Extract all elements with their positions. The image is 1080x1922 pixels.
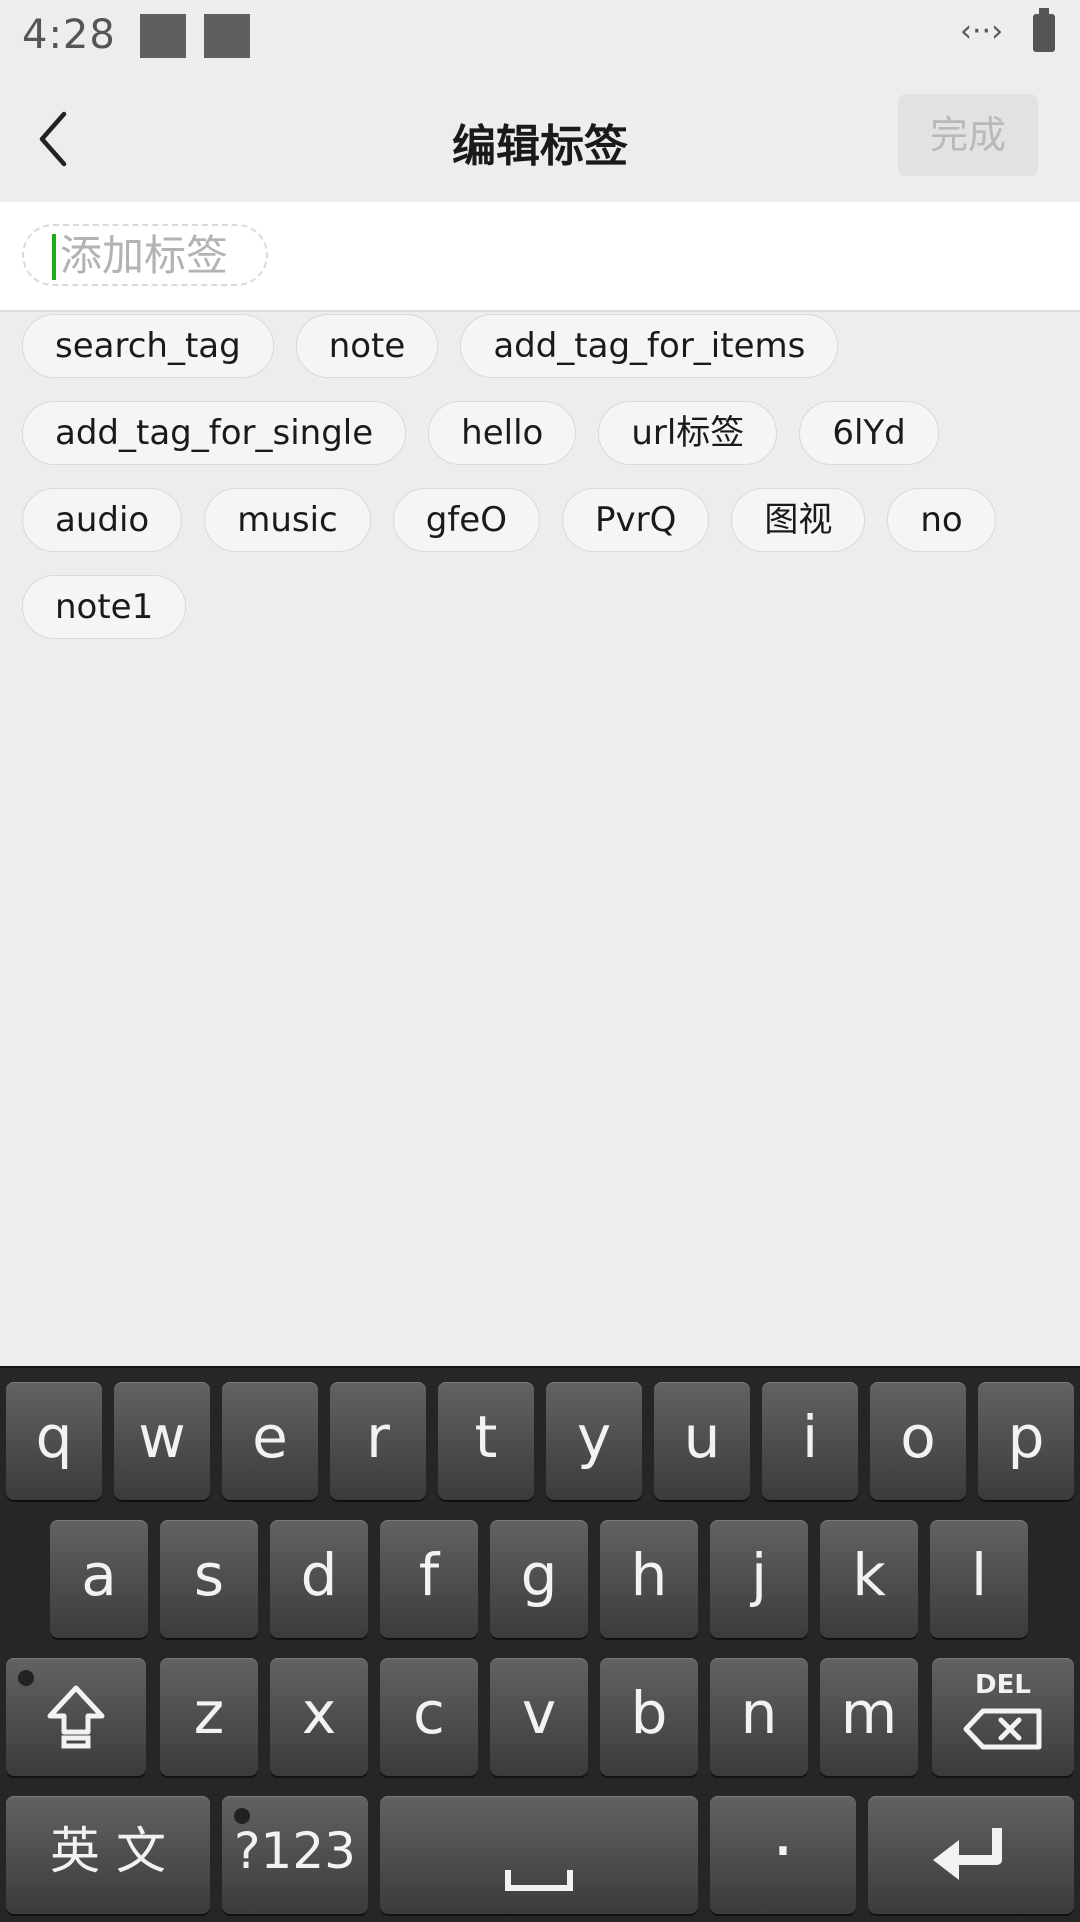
key-j[interactable]: j xyxy=(710,1520,808,1638)
tag-chip[interactable]: music xyxy=(204,488,371,552)
soft-keyboard: q w e r t y u i o p a s d f g h j k l z … xyxy=(0,1366,1080,1922)
space-key[interactable] xyxy=(380,1796,698,1914)
key-p[interactable]: p xyxy=(978,1382,1074,1500)
key-u[interactable]: u xyxy=(654,1382,750,1500)
key-v[interactable]: v xyxy=(490,1658,588,1776)
tag-chip[interactable]: add_tag_for_single xyxy=(22,401,407,465)
text-cursor xyxy=(52,234,56,280)
period-key[interactable]: · xyxy=(710,1796,856,1914)
key-s[interactable]: s xyxy=(160,1520,258,1638)
shift-key[interactable] xyxy=(6,1658,146,1776)
key-g[interactable]: g xyxy=(490,1520,588,1638)
shift-arrow-icon xyxy=(47,1685,105,1749)
notification-icon xyxy=(140,14,186,58)
tag-chip[interactable]: PvrQ xyxy=(561,488,710,552)
key-indicator-dot xyxy=(234,1808,250,1824)
tag-chip[interactable]: no xyxy=(887,488,996,552)
key-o[interactable]: o xyxy=(870,1382,966,1500)
language-switch-key[interactable]: 英 文 xyxy=(6,1796,210,1914)
tag-chip[interactable]: url标签 xyxy=(598,401,778,465)
divider xyxy=(0,310,1080,312)
tag-row: audio music gfeO PvrQ 图视 no xyxy=(22,488,1062,552)
tag-list: search_tag note add_tag_for_items add_ta… xyxy=(22,314,1062,662)
tag-chip[interactable]: note1 xyxy=(22,575,187,639)
key-m[interactable]: m xyxy=(820,1658,918,1776)
enter-return-icon xyxy=(933,1828,1002,1880)
key-d[interactable]: d xyxy=(270,1520,368,1638)
done-button[interactable]: 完成 xyxy=(898,94,1038,176)
key-indicator-dot xyxy=(18,1670,34,1686)
key-e[interactable]: e xyxy=(222,1382,318,1500)
space-bar-icon xyxy=(505,1870,573,1891)
tag-input-area xyxy=(0,202,1080,310)
tag-chip[interactable]: gfeO xyxy=(392,488,540,552)
tag-input-wrapper[interactable] xyxy=(22,224,268,286)
key-t[interactable]: t xyxy=(438,1382,534,1500)
tag-chip[interactable]: search_tag xyxy=(22,314,274,378)
tag-chip[interactable]: hello xyxy=(428,401,577,465)
tag-chip[interactable]: 图视 xyxy=(731,488,866,552)
key-r[interactable]: r xyxy=(330,1382,426,1500)
tag-chip[interactable]: add_tag_for_items xyxy=(460,314,839,378)
key-h[interactable]: h xyxy=(600,1520,698,1638)
tag-chip[interactable]: note xyxy=(295,314,439,378)
battery-icon xyxy=(1033,8,1055,52)
title-bar: 编辑标签 完成 xyxy=(0,76,1080,202)
tag-row: search_tag note add_tag_for_items xyxy=(22,314,1062,378)
symbols-key-label: ?123 xyxy=(234,1822,356,1880)
key-i[interactable]: i xyxy=(762,1382,858,1500)
delete-key[interactable]: DEL xyxy=(932,1658,1074,1776)
tag-row: note1 xyxy=(22,575,1062,639)
status-bar: 4:28 ‹··› xyxy=(0,0,1080,76)
key-y[interactable]: y xyxy=(546,1382,642,1500)
tag-chip[interactable]: audio xyxy=(22,488,183,552)
tag-chip[interactable]: 6lYd xyxy=(799,401,939,465)
key-a[interactable]: a xyxy=(50,1520,148,1638)
key-k[interactable]: k xyxy=(820,1520,918,1638)
status-time: 4:28 xyxy=(22,12,116,58)
backspace-icon xyxy=(963,1708,1042,1750)
key-w[interactable]: w xyxy=(114,1382,210,1500)
key-b[interactable]: b xyxy=(600,1658,698,1776)
enter-key[interactable] xyxy=(868,1796,1074,1914)
key-z[interactable]: z xyxy=(160,1658,258,1776)
key-q[interactable]: q xyxy=(6,1382,102,1500)
symbols-key[interactable]: ?123 xyxy=(222,1796,368,1914)
key-c[interactable]: c xyxy=(380,1658,478,1776)
delete-label: DEL xyxy=(975,1670,1031,1700)
notification-icon xyxy=(204,14,250,58)
data-sync-icon: ‹··› xyxy=(960,14,1004,49)
key-f[interactable]: f xyxy=(380,1520,478,1638)
add-tag-input[interactable] xyxy=(60,226,260,284)
tag-row: add_tag_for_single hello url标签 6lYd xyxy=(22,401,1062,465)
key-n[interactable]: n xyxy=(710,1658,808,1776)
key-l[interactable]: l xyxy=(930,1520,1028,1638)
key-x[interactable]: x xyxy=(270,1658,368,1776)
